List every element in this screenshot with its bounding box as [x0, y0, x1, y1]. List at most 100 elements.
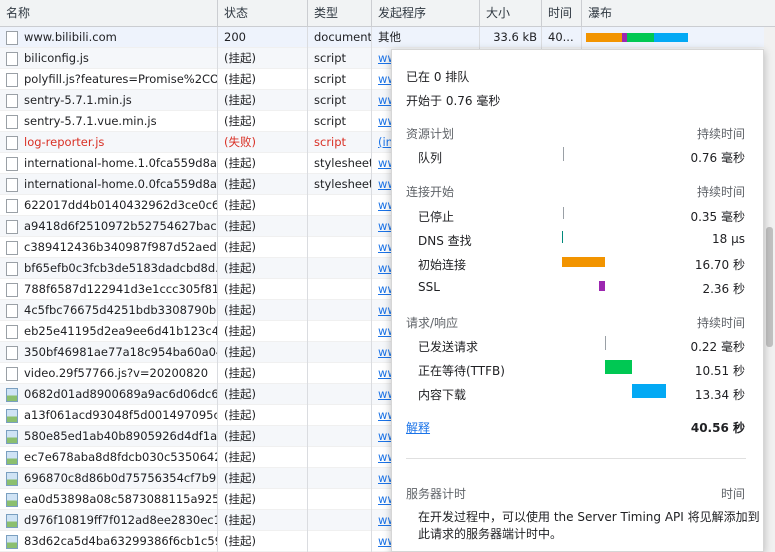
- request-name: log-reporter.js: [0, 132, 218, 153]
- request-type: [308, 531, 372, 552]
- request-name: biliconfig.js: [0, 48, 218, 69]
- request-type: script: [308, 111, 372, 132]
- request-status: (挂起): [218, 531, 308, 552]
- server-timing-note-line1: 在开发过程中，可以使用 the Server Timing API 将见解添加到: [418, 510, 760, 524]
- request-status: (挂起): [218, 258, 308, 279]
- section-connection-start: 连接开始: [406, 185, 455, 199]
- request-status: (挂起): [218, 69, 308, 90]
- request-status: (挂起): [218, 426, 308, 447]
- queued-at-text: 已在 0 排队: [406, 70, 470, 84]
- column-header-initiator[interactable]: 发起程序: [372, 0, 480, 27]
- request-name: a13f061acd93048f5d001497095c...: [0, 405, 218, 426]
- waiting-value: 10.51 秒: [694, 364, 745, 378]
- request-name: ea0d53898a08c5873088115a925...: [0, 489, 218, 510]
- request-name: d976f10819ff7f012ad8ee2830ec1...: [0, 510, 218, 531]
- table-row[interactable]: www.bilibili.com 200 document 其他 33.6 kB 40..…: [0, 27, 775, 48]
- scrollbar[interactable]: [764, 27, 775, 552]
- request-status: 200: [218, 27, 308, 48]
- request-status: (挂起): [218, 447, 308, 468]
- request-status: (挂起): [218, 363, 308, 384]
- column-header-name[interactable]: 名称: [0, 0, 218, 27]
- request-status: (挂起): [218, 111, 308, 132]
- dns-value: 18 µs: [712, 232, 745, 246]
- dns-label: DNS 查找: [418, 234, 472, 248]
- request-type: [308, 216, 372, 237]
- request-type: [308, 447, 372, 468]
- request-initiator[interactable]: 其他: [372, 27, 480, 48]
- stalled-tick: [563, 207, 564, 219]
- request-name: 788f6587d122941d3e1ccc305f81...: [0, 279, 218, 300]
- request-type: [308, 195, 372, 216]
- waterfall-download-bar: [654, 33, 688, 42]
- request-name: sentry-5.7.1.min.js: [0, 90, 218, 111]
- scroll-thumb[interactable]: [766, 227, 773, 347]
- request-type: [308, 426, 372, 447]
- request-type: [308, 510, 372, 531]
- request-status: (失败): [218, 132, 308, 153]
- request-status: (挂起): [218, 468, 308, 489]
- ssl-label: SSL: [418, 280, 440, 294]
- request-status: (挂起): [218, 216, 308, 237]
- queueing-tick: [563, 147, 564, 161]
- request-name: sentry-5.7.1.vue.min.js: [0, 111, 218, 132]
- initial-connection-bar: [562, 257, 605, 267]
- request-sent-tick: [605, 336, 606, 350]
- request-type: [308, 384, 372, 405]
- request-name: 4c5fbc76675d4251bdb3308790b...: [0, 300, 218, 321]
- request-name: polyfill.js?features=Promise%2CO...: [0, 69, 218, 90]
- request-status: (挂起): [218, 405, 308, 426]
- column-header-size[interactable]: 大小: [480, 0, 542, 27]
- request-type: [308, 342, 372, 363]
- waterfall-ttfb-bar: [627, 33, 654, 42]
- request-name: eb25e41195d2ea9ee6d41b123c4...: [0, 321, 218, 342]
- started-at-text: 开始于 0.76 毫秒: [406, 94, 501, 108]
- column-header-type[interactable]: 类型: [308, 0, 372, 27]
- timing-popover: 已在 0 排队 开始于 0.76 毫秒 资源计划 持续时间 队列 0.76 毫秒…: [391, 49, 764, 552]
- column-header-waterfall[interactable]: 瀑布: [582, 0, 775, 27]
- request-name: a9418d6f2510972b52754627bac9...: [0, 216, 218, 237]
- stalled-label: 已停止: [418, 210, 455, 224]
- initial-connection-value: 16.70 秒: [694, 258, 745, 272]
- waiting-label: 正在等待(TTFB): [418, 364, 505, 378]
- request-status: (挂起): [218, 510, 308, 531]
- content-download-bar: [632, 384, 666, 398]
- request-status: (挂起): [218, 48, 308, 69]
- request-name: 580e85ed1ab40b8905926d4df1a...: [0, 426, 218, 447]
- time-header: 时间: [720, 487, 745, 501]
- request-name: 0682d01ad8900689a9ac6d06dc6...: [0, 384, 218, 405]
- server-timing-note-line2: 此请求的服务器端计时中。: [418, 527, 563, 541]
- request-type: script: [308, 48, 372, 69]
- column-header-status[interactable]: 状态: [218, 0, 308, 27]
- request-status: (挂起): [218, 153, 308, 174]
- explanation-link[interactable]: 解释: [406, 419, 430, 436]
- waiting-bar: [605, 360, 632, 374]
- request-name: 696870c8d86b0d75756354cf7b9...: [0, 468, 218, 489]
- section-request-response: 请求/响应: [406, 316, 459, 330]
- request-type: [308, 258, 372, 279]
- request-type: [308, 300, 372, 321]
- section-resource-scheduling: 资源计划: [406, 127, 455, 141]
- request-time: 40...: [542, 27, 582, 48]
- request-status: (挂起): [218, 279, 308, 300]
- request-name: international-home.0.0fca559d8a...: [0, 174, 218, 195]
- content-download-value: 13.34 秒: [694, 388, 745, 402]
- request-status: (挂起): [218, 195, 308, 216]
- request-status: (挂起): [218, 384, 308, 405]
- queueing-value: 0.76 毫秒: [690, 151, 745, 165]
- request-name: 622017dd4b0140432962d3ce0c6...: [0, 195, 218, 216]
- duration-header: 持续时间: [696, 127, 745, 141]
- request-type: script: [308, 69, 372, 90]
- request-waterfall: [582, 27, 775, 48]
- request-name: 350bf46981ae77a18c954ba60a04...: [0, 342, 218, 363]
- request-status: (挂起): [218, 300, 308, 321]
- request-type: [308, 468, 372, 489]
- request-type: [308, 489, 372, 510]
- duration-header-2: 持续时间: [696, 185, 745, 199]
- request-name: video.29f57766.js?v=20200820: [0, 363, 218, 384]
- request-type: stylesheet: [308, 174, 372, 195]
- request-status: (挂起): [218, 342, 308, 363]
- column-header-time[interactable]: 时间: [542, 0, 582, 27]
- queueing-label: 队列: [418, 151, 443, 165]
- request-type: stylesheet: [308, 153, 372, 174]
- request-type: script: [308, 132, 372, 153]
